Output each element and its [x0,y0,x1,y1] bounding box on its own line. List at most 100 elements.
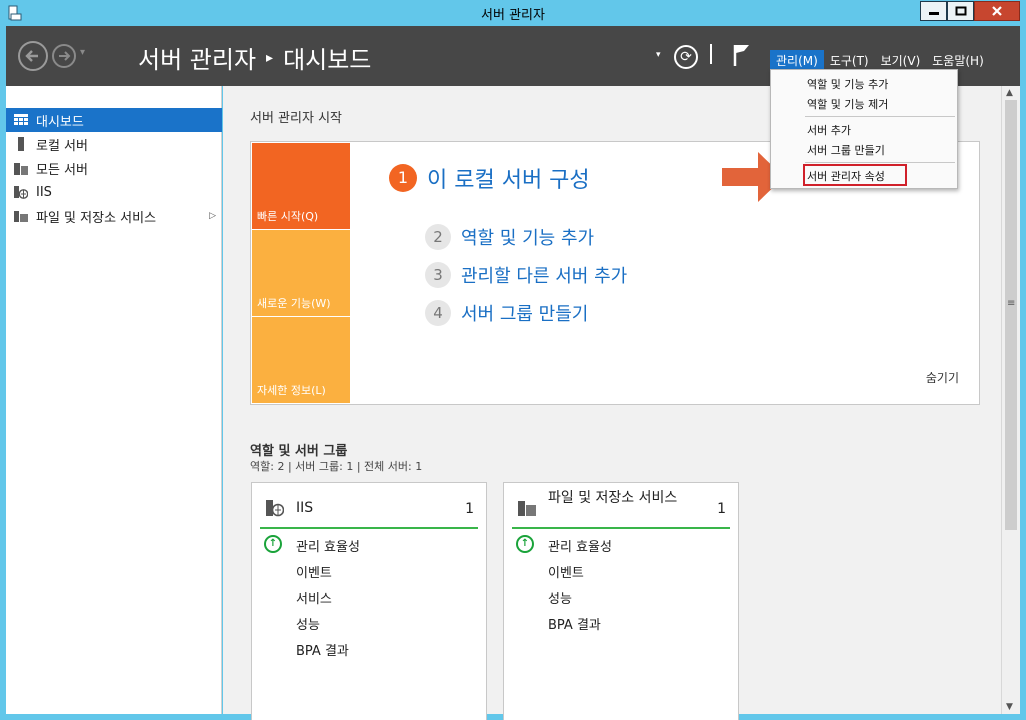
breadcrumb: 서버 관리자 ▸ 대시보드 [138,40,371,75]
step-number-badge: 4 [425,300,451,326]
step-create-group[interactable]: 4 서버 그룹 만들기 [425,300,588,326]
sidebar-item-label: 모든 서버 [36,162,88,178]
sidebar: 대시보드 로컬 서버 모든 서버 IIS 파일 및 저장소 서비스 ▷ [6,86,222,714]
card-row-manageability[interactable]: 관리 효율성 [548,536,612,555]
menu-manage[interactable]: 관리(M) [770,50,824,71]
servers-icon [14,163,28,175]
minimize-button[interactable] [920,1,947,21]
scroll-grip-icon: ≡ [1007,298,1016,309]
card-row-performance[interactable]: 성능 [296,614,320,633]
forward-arrow-icon [59,51,71,61]
window-title: 서버 관리자 [481,8,545,23]
sidebar-item-label: 로컬 서버 [36,138,88,154]
tile-label: 새로운 기능(W) [257,297,331,310]
close-icon [992,6,1002,16]
breadcrumb-root[interactable]: 서버 관리자 [138,40,256,75]
role-card-iis[interactable]: IIS 1 ↑ 관리 효율성 이벤트 서비스 성능 BPA 결과 [251,482,487,720]
step-link[interactable]: 역할 및 기능 추가 [461,224,594,250]
roles-heading: 역할 및 서버 그룹 [250,444,348,459]
tile-learn-more[interactable]: 자세한 정보(L) [252,317,350,403]
manage-menu-dropdown: 역할 및 기능 추가 역할 및 기능 제거 서버 추가 서버 그룹 만들기 서버… [770,69,958,189]
scroll-down-icon[interactable]: ▼ [1006,702,1013,712]
forward-button[interactable] [52,44,76,68]
status-ok-icon: ↑ [516,535,534,553]
minimize-icon [928,12,939,15]
step-number-badge: 2 [425,224,451,250]
sidebar-item-label: 파일 및 저장소 서비스 [36,210,157,226]
card-count: 1 [465,501,474,517]
card-row-manageability[interactable]: 관리 효율성 [296,536,360,555]
header-divider [710,44,712,64]
menu-item-create-server-group[interactable]: 서버 그룹 만들기 [807,142,885,158]
back-arrow-icon [25,50,38,62]
tile-quick-start[interactable]: 빠른 시작(Q) [252,143,350,229]
breadcrumb-separator: ▸ [266,49,274,66]
maximize-icon [955,6,966,16]
menu-item-add-servers[interactable]: 서버 추가 [807,122,851,138]
step-link[interactable]: 이 로컬 서버 구성 [427,162,590,194]
step-add-servers[interactable]: 3 관리할 다른 서버 추가 [425,262,627,288]
card-title: IIS [296,500,314,516]
step-add-roles[interactable]: 2 역할 및 기능 추가 [425,224,594,250]
scroll-up-icon[interactable]: ▲ [1006,88,1013,98]
back-button[interactable] [18,41,48,71]
breadcrumb-current: 대시보드 [283,46,372,74]
refresh-button[interactable]: ⟳ [674,45,698,69]
card-row-events[interactable]: 이벤트 [548,562,584,581]
step-link[interactable]: 관리할 다른 서버 추가 [461,262,627,288]
menu-bar: 관리(M) 도구(T) 보기(V) 도움말(H) [770,50,990,71]
sidebar-item-local-server[interactable]: 로컬 서버 [6,132,222,156]
status-ok-icon: ↑ [264,535,282,553]
scroll-thumb[interactable] [1005,100,1017,530]
expand-arrow-icon[interactable]: ▷ [209,211,216,221]
tile-label: 자세한 정보(L) [257,384,326,397]
card-count: 1 [717,501,726,517]
role-card-file-storage[interactable]: 파일 및 저장소 서비스 1 ↑ 관리 효율성 이벤트 성능 BPA 결과 [503,482,739,720]
file-storage-icon [518,501,536,516]
card-row-bpa[interactable]: BPA 결과 [296,640,349,659]
sidebar-list: 대시보드 로컬 서버 모든 서버 IIS 파일 및 저장소 서비스 ▷ [6,108,222,228]
menu-item-remove-roles[interactable]: 역할 및 기능 제거 [807,96,888,112]
history-dropdown-icon[interactable]: ▾ [80,47,85,58]
server-icon [18,137,24,151]
highlight-box [803,164,907,186]
quickstart-heading: 서버 관리자 시작 [250,111,342,126]
tile-whats-new[interactable]: 새로운 기능(W) [252,230,350,316]
sidebar-item-iis[interactable]: IIS [6,180,222,204]
sidebar-item-file-storage[interactable]: 파일 및 저장소 서비스 ▷ [6,204,222,228]
card-row-bpa[interactable]: BPA 결과 [548,614,601,633]
menu-tools[interactable]: 도구(T) [824,50,875,71]
menu-help[interactable]: 도움말(H) [926,50,990,71]
iis-icon [266,500,284,517]
refresh-icon: ⟳ [680,49,692,65]
step-link[interactable]: 서버 그룹 만들기 [461,300,588,326]
card-header[interactable]: 파일 및 저장소 서비스 1 [512,490,730,529]
step-number-badge: 1 [389,164,417,192]
step-number-badge: 3 [425,262,451,288]
file-storage-icon [14,211,28,222]
sidebar-item-label: 대시보드 [36,114,84,130]
menu-separator [805,116,955,117]
sidebar-item-dashboard[interactable]: 대시보드 [6,108,222,132]
refresh-dropdown-icon[interactable]: ▾ [656,50,661,60]
sidebar-item-label: IIS [36,184,52,200]
menu-item-add-roles[interactable]: 역할 및 기능 추가 [807,76,888,92]
menu-view[interactable]: 보기(V) [875,50,927,71]
vertical-scrollbar[interactable]: ▲ ≡ ▼ [1001,86,1020,714]
step-configure-local-server[interactable]: 1 이 로컬 서버 구성 [389,162,590,194]
tile-label: 빠른 시작(Q) [257,210,319,223]
card-header[interactable]: IIS 1 [260,493,478,529]
card-row-events[interactable]: 이벤트 [296,562,332,581]
roles-summary: 역할: 2 | 서버 그룹: 1 | 전체 서버: 1 [250,460,423,473]
card-row-services[interactable]: 서비스 [296,588,332,607]
dashboard-icon [14,114,28,125]
sidebar-item-all-servers[interactable]: 모든 서버 [6,156,222,180]
maximize-button[interactable] [947,1,974,21]
card-row-performance[interactable]: 성능 [548,588,572,607]
card-title: 파일 및 저장소 서비스 [548,490,678,506]
hide-link[interactable]: 숨기기 [926,369,959,386]
iis-icon [14,186,28,199]
close-button[interactable] [974,1,1020,21]
menu-separator [805,162,955,163]
notifications-flag-icon[interactable] [732,43,752,67]
